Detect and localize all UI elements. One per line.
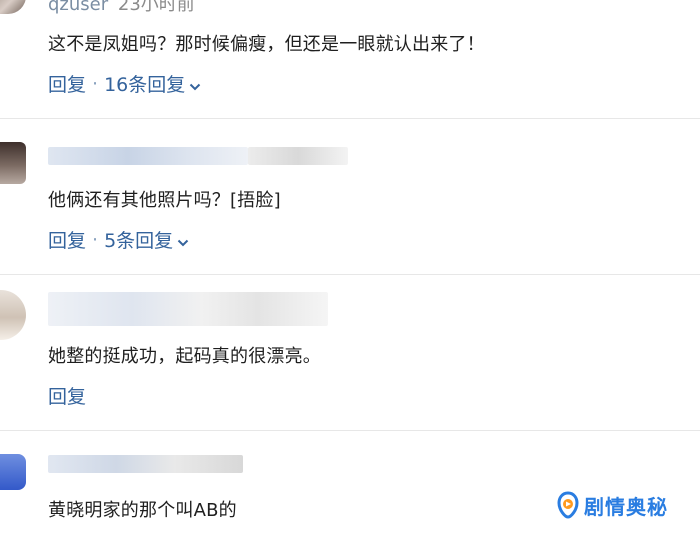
avatar[interactable]	[0, 454, 26, 490]
comment-actions: 回复 · 16条回复	[48, 70, 201, 97]
separator: ·	[92, 72, 99, 95]
avatar[interactable]	[0, 0, 26, 14]
reply-button[interactable]: 回复	[48, 226, 86, 253]
view-replies-button[interactable]: 5条回复	[104, 226, 173, 253]
blurred-username	[48, 455, 243, 473]
comment-text: 黄晓明家的那个叫AB的	[48, 500, 237, 521]
divider	[0, 274, 700, 275]
blurred-username	[248, 147, 348, 165]
avatar[interactable]	[0, 142, 26, 184]
username[interactable]: qzuser	[48, 0, 108, 15]
blurred-username	[48, 292, 328, 326]
watermark-text: 剧情奥秘	[584, 494, 668, 519]
view-replies-button[interactable]: 16条回复	[104, 70, 185, 97]
comment-actions: 回复 · 5条回复	[48, 226, 189, 253]
chevron-down-icon[interactable]	[189, 76, 201, 90]
brand-icon	[556, 490, 580, 520]
divider	[0, 118, 700, 119]
separator: ·	[92, 228, 99, 251]
comment-actions: 回复	[48, 382, 86, 409]
comment-text: 他俩还有其他照片吗？[捂脸]	[48, 190, 281, 211]
divider	[0, 430, 700, 431]
reply-button[interactable]: 回复	[48, 70, 86, 97]
comment-time: 23小时前	[117, 0, 195, 15]
comment-1-header: qzuser 23小时前	[48, 0, 195, 16]
comment-text: 这不是凤姐吗？那时候偏瘦，但还是一眼就认出来了！	[48, 34, 485, 55]
avatar[interactable]	[0, 290, 26, 340]
chevron-down-icon[interactable]	[177, 232, 189, 246]
comment-text: 她整的挺成功，起码真的很漂亮。	[48, 346, 321, 367]
watermark-logo: 剧情奥秘	[556, 490, 668, 520]
reply-button[interactable]: 回复	[48, 382, 86, 409]
blurred-username	[48, 147, 248, 165]
